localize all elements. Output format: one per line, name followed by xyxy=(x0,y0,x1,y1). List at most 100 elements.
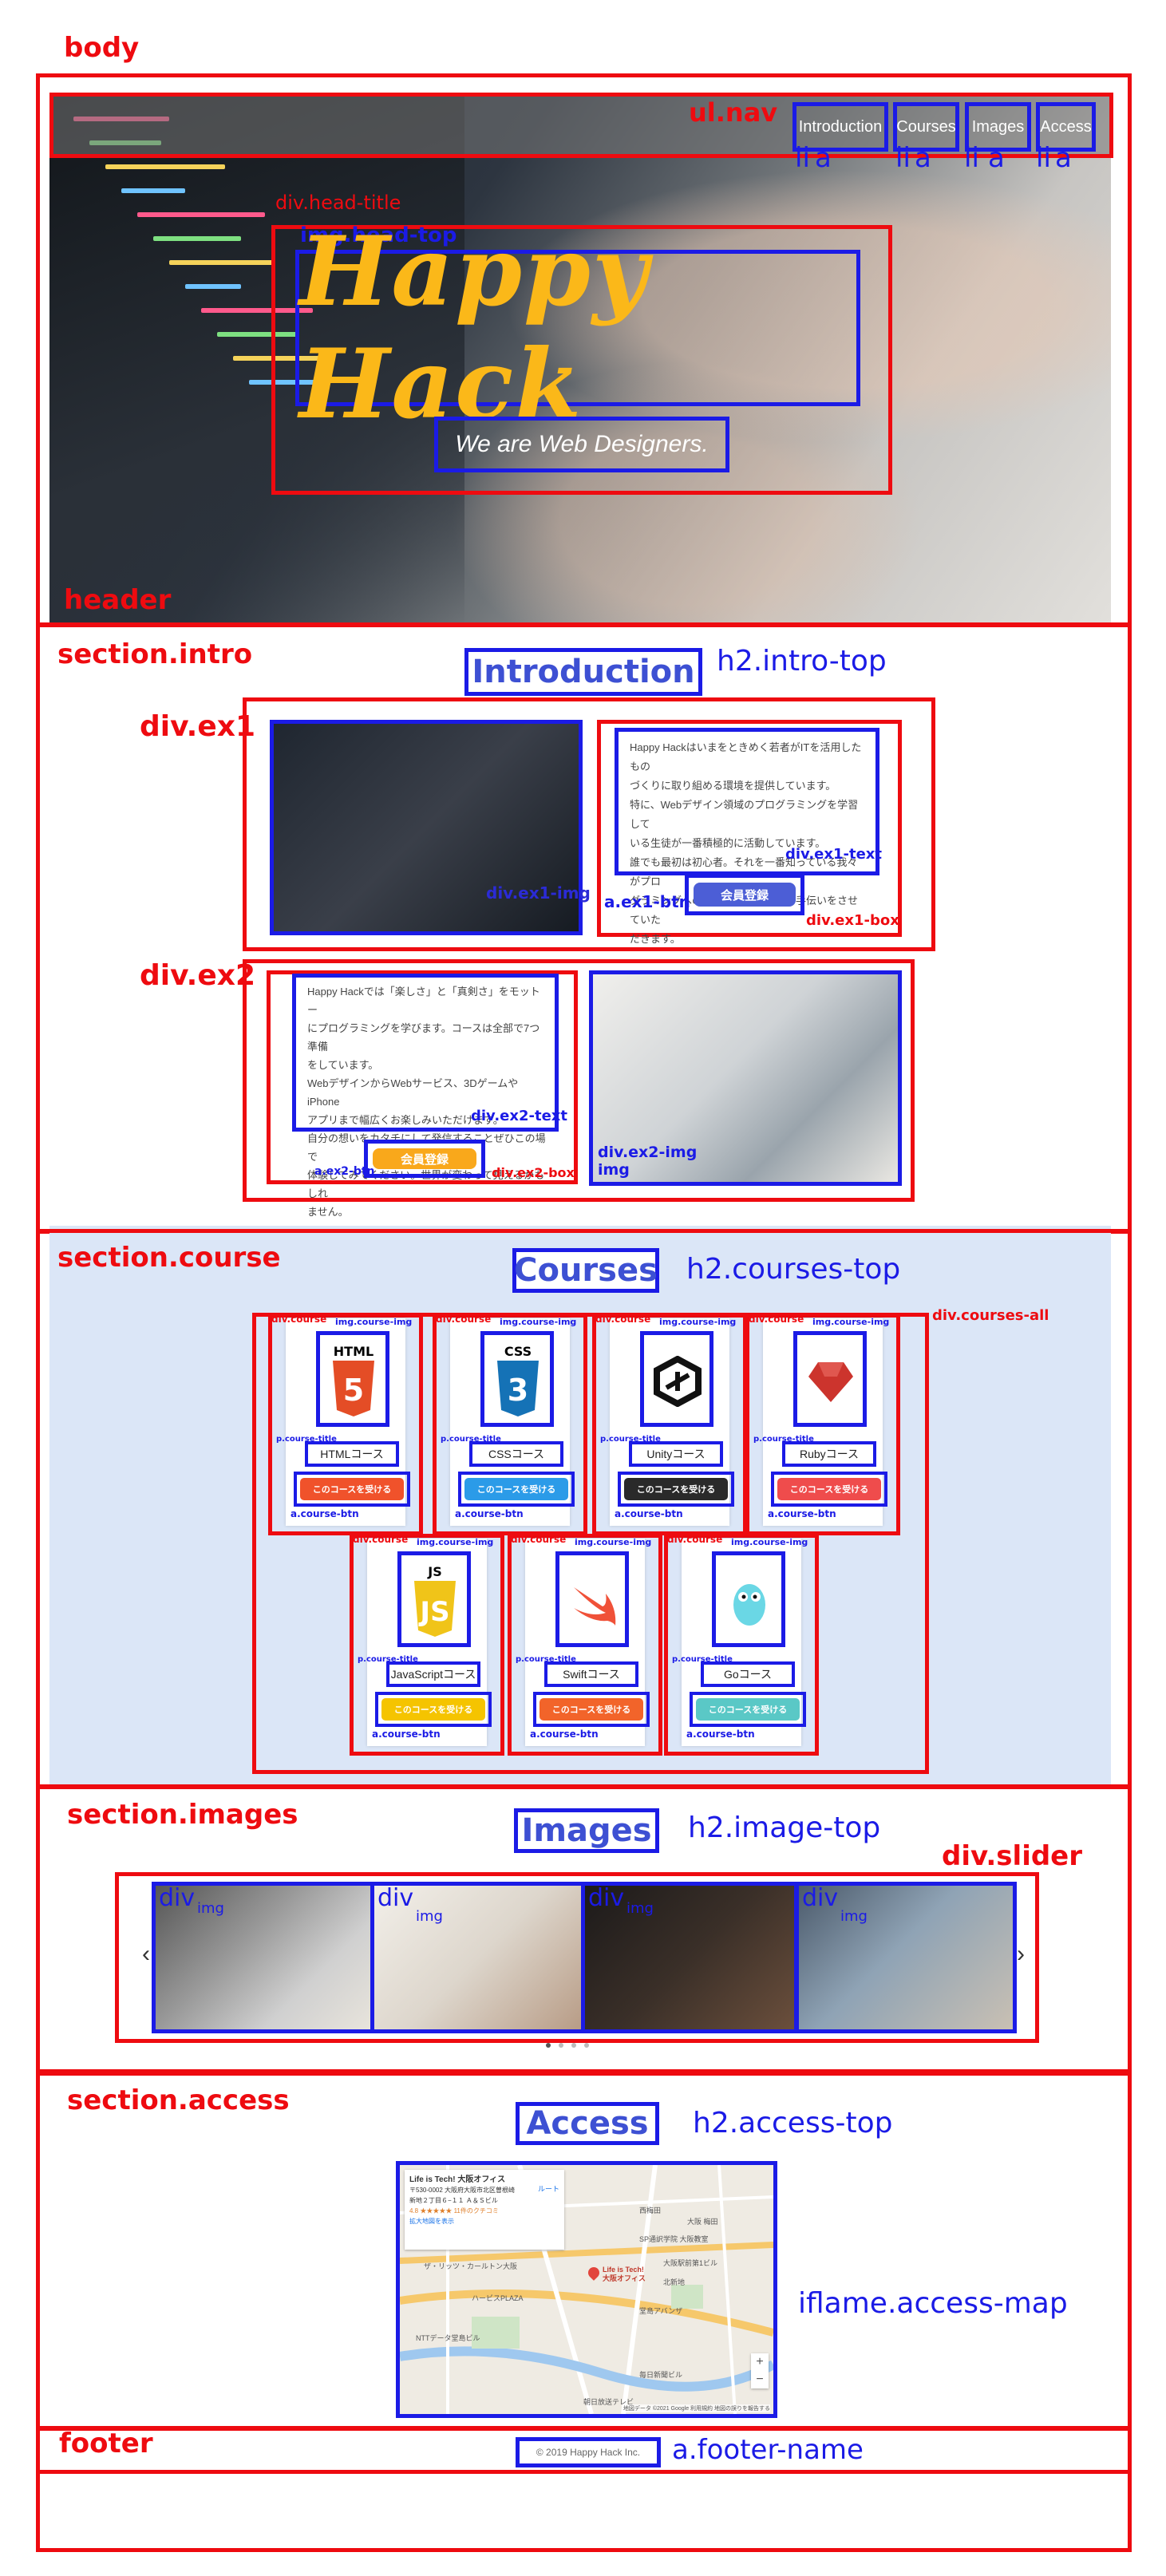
ruby-icon xyxy=(804,1341,858,1421)
label-div-course: div.course xyxy=(271,1314,327,1325)
label-div-slide-1: div xyxy=(159,1884,196,1912)
slide-4[interactable]: div img xyxy=(795,1882,1017,2033)
ex2-text: Happy Hackでは「楽しさ」と「真剣さ」をモットー にプログラミングを学びま… xyxy=(307,986,546,1218)
label-h2-courses-top: h2.courses-top xyxy=(686,1253,901,1286)
course-button[interactable]: このコースを受ける xyxy=(777,1478,881,1500)
label-img-slide-2: img xyxy=(416,1908,443,1925)
slide-2[interactable]: div img xyxy=(370,1882,586,2033)
course-button[interactable]: このコースを受ける xyxy=(381,1698,485,1721)
course-img-box xyxy=(793,1331,867,1427)
map-zoom-in-button[interactable]: + xyxy=(751,2353,769,2371)
course-img-box xyxy=(640,1331,713,1427)
label-div-ex1-box: div.ex1-box xyxy=(806,912,899,929)
slider-prev-arrow-icon[interactable]: ‹ xyxy=(142,1941,150,1968)
label-img-course-img: img.course-img xyxy=(731,1537,808,1547)
course-img-box xyxy=(712,1551,785,1647)
slider-dot-2[interactable] xyxy=(559,2043,563,2048)
ex1-image: div.ex1-img xyxy=(270,720,591,935)
label-h2-intro-top: h2.intro-top xyxy=(717,645,887,678)
map-place-1: SP通訳学院 大阪教室 xyxy=(639,2235,709,2243)
map-card-line-1: 〒530-0002 大阪府大阪市北区曽根崎 xyxy=(409,2187,516,2194)
label-a-course-btn: a.course-btn xyxy=(291,1508,359,1519)
slider-dot-1[interactable] xyxy=(546,2043,551,2048)
course-title: Unityコース xyxy=(629,1441,723,1467)
map-card-rating: 4.8 ★★★★★ 11件のクチコミ xyxy=(409,2207,499,2214)
map-marker-label: Life is Tech! 大阪オフィス xyxy=(603,2266,646,2282)
course-title: HTMLコース xyxy=(305,1441,399,1467)
course-button[interactable]: このコースを受ける xyxy=(540,1698,643,1721)
map-attribution: 地図データ ©2021 Google 利用規約 地図の誤りを報告する xyxy=(623,2404,770,2412)
intro-heading: Introduction xyxy=(464,648,702,696)
label-img-course-img: img.course-img xyxy=(659,1317,737,1327)
map-place-6: 堂島アバンザ xyxy=(639,2307,683,2315)
label-a-course-btn: a.course-btn xyxy=(768,1508,836,1519)
css-logo-icon: CSS 3 xyxy=(491,1341,545,1421)
label-section-access: section.access xyxy=(67,2084,290,2116)
map-place-3: 大阪駅前第1ビル xyxy=(663,2259,718,2267)
ex2-button-box: 会員登録 xyxy=(364,1140,485,1178)
slider-next-arrow-icon[interactable]: › xyxy=(1017,1941,1025,1968)
label-div-courses-all: div.courses-all xyxy=(932,1307,1049,1324)
map-card-title: Life is Tech! 大阪オフィス xyxy=(409,2175,506,2184)
course-button[interactable]: このコースを受ける xyxy=(300,1478,404,1500)
footer-name-link[interactable]: © 2019 Happy Hack Inc. xyxy=(516,2437,661,2467)
svg-text:CSS: CSS xyxy=(504,1344,532,1359)
label-a-course-btn: a.course-btn xyxy=(530,1729,599,1740)
svg-text:JS: JS xyxy=(418,1596,449,1628)
course-button-box: このコースを受ける xyxy=(690,1692,806,1727)
label-div-slide-3: div xyxy=(588,1884,625,1912)
label-img-slide-1: img xyxy=(197,1900,224,1917)
gopher-icon xyxy=(722,1562,777,1642)
images-heading: Images xyxy=(514,1808,659,1853)
course-img-box xyxy=(555,1551,629,1647)
course-img-box: JS JS xyxy=(397,1551,471,1647)
course-title: Goコース xyxy=(701,1661,795,1687)
map-card-link[interactable]: 拡大地図を表示 xyxy=(409,2216,559,2226)
slider-dot-3[interactable] xyxy=(571,2043,576,2048)
label-a-course-btn: a.course-btn xyxy=(455,1508,524,1519)
label-div-ex2-text: div.ex2-text xyxy=(471,1108,567,1124)
label-a-ex2-btn: a.ex2-btn xyxy=(314,1165,375,1178)
map-place-5: 北新地 xyxy=(663,2278,686,2286)
course-img-box: HTML 5 xyxy=(316,1331,389,1427)
map-place-7: 毎日新聞ビル xyxy=(639,2371,683,2379)
course-button-box: このコースを受ける xyxy=(294,1472,410,1507)
map-route-link[interactable]: ルート xyxy=(538,2184,559,2195)
ex2-button[interactable]: 会員登録 xyxy=(373,1148,476,1169)
map-zoom-out-button[interactable]: − xyxy=(751,2371,769,2388)
header-box xyxy=(36,73,1132,627)
slider-dot-4[interactable] xyxy=(584,2043,589,2048)
label-div-slider: div.slider xyxy=(942,1840,1083,1872)
label-div-course: div.course xyxy=(511,1534,567,1545)
label-a-footer-name: a.footer-name xyxy=(672,2434,864,2466)
svg-text:JS: JS xyxy=(427,1564,441,1579)
swift-icon xyxy=(566,1562,620,1642)
label-div-ex2-box: div.ex2-box xyxy=(492,1165,575,1180)
map-card-line-2: 新地２丁目６−１１ Ａ＆Ｓビル xyxy=(409,2197,498,2204)
access-heading: Access xyxy=(516,2102,659,2145)
label-body: body xyxy=(64,32,140,64)
course-button[interactable]: このコースを受ける xyxy=(696,1698,800,1721)
ex1-button[interactable]: 会員登録 xyxy=(694,883,796,907)
label-footer: footer xyxy=(59,2428,153,2459)
slide-3[interactable]: div img xyxy=(581,1882,798,2033)
course-title: Rubyコース xyxy=(782,1441,876,1467)
label-div-course: div.course xyxy=(667,1534,723,1545)
slide-1[interactable]: div img xyxy=(152,1882,375,2033)
course-button[interactable]: このコースを受ける xyxy=(464,1478,568,1500)
access-map[interactable]: Life is Tech! 大阪オフィス 〒530-0002 大阪府大阪市北区曽… xyxy=(396,2161,777,2418)
label-h2-image-top: h2.image-top xyxy=(688,1811,881,1844)
label-a-course-btn: a.course-btn xyxy=(372,1729,441,1740)
svg-text:5: 5 xyxy=(343,1373,364,1408)
label-div-ex1: div.ex1 xyxy=(140,710,256,743)
label-div-ex2: div.ex2 xyxy=(140,959,256,992)
label-iflame-access-map: iflame.access-map xyxy=(798,2287,1068,2320)
course-button-box: このコースを受ける xyxy=(533,1692,650,1727)
label-img-course-img: img.course-img xyxy=(417,1537,494,1547)
course-button-box: このコースを受ける xyxy=(771,1472,887,1507)
label-div-ex1-text: div.ex1-text xyxy=(785,846,882,863)
label-img-course-img: img.course-img xyxy=(812,1317,890,1327)
map-info-card: Life is Tech! 大阪オフィス 〒530-0002 大阪府大阪市北区曽… xyxy=(405,2170,564,2250)
label-div-ex1-img: div.ex1-img xyxy=(486,883,591,903)
course-button[interactable]: このコースを受ける xyxy=(624,1478,728,1500)
